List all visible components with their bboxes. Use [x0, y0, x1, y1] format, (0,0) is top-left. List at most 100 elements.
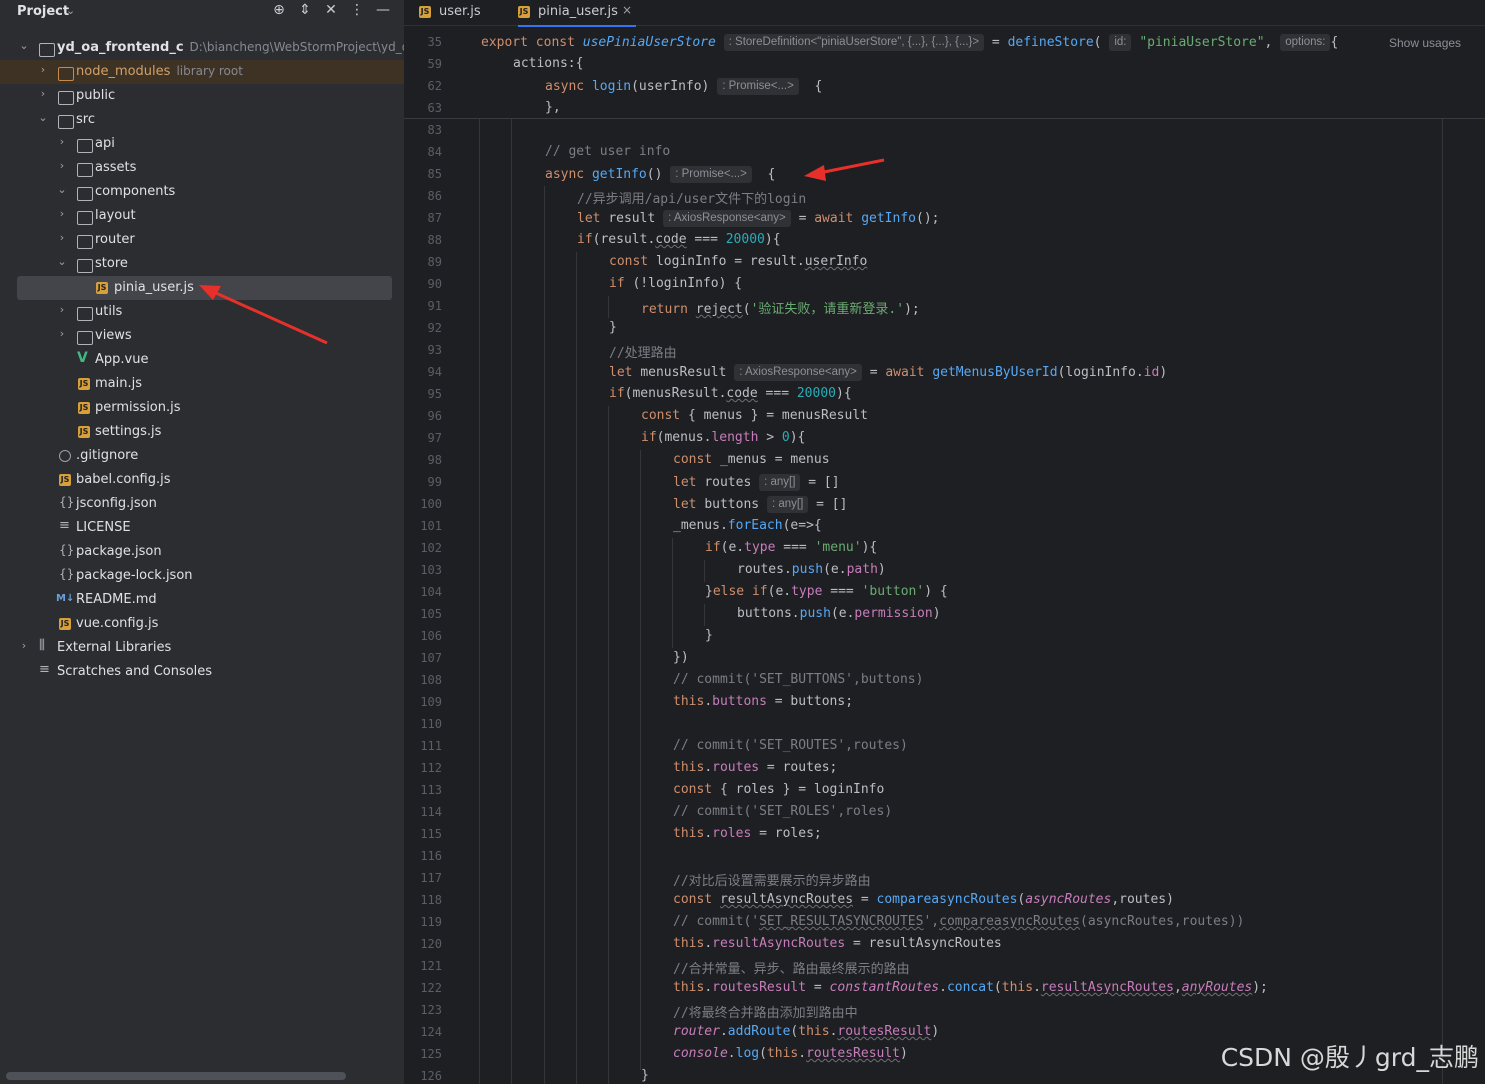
- minimize-icon[interactable]: —: [374, 2, 392, 18]
- tree-item-jsconfig-json[interactable]: {} jsconfig.json: [0, 492, 404, 516]
- code-line: 106}: [404, 625, 1485, 647]
- editor-tab-bar: JS user.js JS pinia_user.js ×: [404, 0, 1485, 27]
- type-hint: : StoreDefinition<"piniaUserStore", {...…: [723, 34, 985, 51]
- folder-icon: [58, 115, 74, 129]
- tree-item-vue-config-js[interactable]: JS vue.config.js: [0, 612, 404, 636]
- line-number: 97: [427, 431, 442, 445]
- chevron-right-icon[interactable]: ›: [56, 207, 68, 220]
- code-editor[interactable]: JS user.js JS pinia_user.js × 35 export …: [404, 0, 1485, 1084]
- tree-item-layout[interactable]: › layout: [0, 204, 404, 228]
- folder-icon: [77, 211, 93, 225]
- tree-item-label: layout: [95, 208, 136, 223]
- annotation-arrow-icon: [804, 158, 885, 181]
- javascript-file-icon: JS: [419, 6, 431, 18]
- javascript-file-icon: JS: [78, 378, 90, 390]
- tree-item-gitignore[interactable]: .gitignore: [0, 444, 404, 468]
- vue-file-icon: V: [77, 350, 88, 366]
- code-line: 112 this.routes = routes;: [404, 757, 1485, 779]
- type-hint: : any[]: [766, 496, 809, 513]
- show-usages-link[interactable]: Show usages: [1389, 36, 1461, 50]
- tree-item-main-js[interactable]: JS main.js: [0, 372, 404, 396]
- javascript-file-icon: JS: [78, 426, 90, 438]
- tree-item-label: .gitignore: [76, 448, 139, 463]
- chevron-right-icon[interactable]: ›: [37, 87, 49, 100]
- tree-item-project-root[interactable]: ⌄ yd_oa_frontend_c D:\biancheng\WebStormP…: [0, 36, 404, 60]
- markdown-file-icon: M↓: [56, 593, 75, 604]
- tree-item-readme-md[interactable]: M↓ README.md: [0, 588, 404, 612]
- chevron-right-icon[interactable]: ›: [56, 303, 68, 316]
- line-number: 116: [420, 849, 442, 863]
- tree-item-settings-js[interactable]: JS settings.js: [0, 420, 404, 444]
- line-number: 109: [420, 695, 442, 709]
- tree-item-license[interactable]: ≡ LICENSE: [0, 516, 404, 540]
- tree-item-src[interactable]: ⌄ src: [0, 108, 404, 132]
- tree-item-external-libraries[interactable]: › ⫼ External Libraries: [0, 636, 404, 660]
- chevron-right-icon[interactable]: ›: [56, 159, 68, 172]
- tree-item-package-lock-json[interactable]: {} package-lock.json: [0, 564, 404, 588]
- code-line: 102 if(e.type === 'menu'){: [404, 537, 1485, 559]
- chevron-right-icon[interactable]: ›: [18, 639, 30, 652]
- line-number: 35: [427, 35, 442, 49]
- chevron-down-icon[interactable]: ⌄: [66, 4, 75, 17]
- code-line: 96 const { menus } = menusResult: [404, 405, 1485, 427]
- watermark: CSDN @殷丿grd_志鹏: [1220, 1043, 1479, 1072]
- tree-item-label: utils: [95, 304, 123, 319]
- tree-item-babel-config-js[interactable]: JS babel.config.js: [0, 468, 404, 492]
- line-number: 86: [427, 189, 442, 203]
- chevron-right-icon[interactable]: ›: [56, 135, 68, 148]
- line-number: 119: [420, 915, 442, 929]
- code-line: 93//处理路由: [404, 339, 1485, 361]
- tree-item-app-vue[interactable]: V App.vue: [0, 348, 404, 372]
- line-number: 93: [427, 343, 442, 357]
- expand-all-icon[interactable]: ⇕: [296, 2, 314, 18]
- chevron-right-icon[interactable]: ›: [56, 327, 68, 340]
- tree-item-api[interactable]: › api: [0, 132, 404, 156]
- code-line: 121//合并常量、异步、路由最终展示的路由: [404, 955, 1485, 977]
- line-number: 115: [420, 827, 442, 841]
- tree-item-router[interactable]: › router: [0, 228, 404, 252]
- locate-icon[interactable]: ⊕: [270, 2, 288, 18]
- line-number: 114: [420, 805, 442, 819]
- json-file-icon: {}: [59, 495, 75, 509]
- options-menu-icon[interactable]: ⋮: [348, 2, 366, 18]
- code-line: 89 const loginInfo = result.userInfo: [404, 251, 1485, 273]
- tree-item-public[interactable]: › public: [0, 84, 404, 108]
- chevron-down-icon[interactable]: ⌄: [56, 183, 68, 196]
- code-line: 107}): [404, 647, 1485, 669]
- tab-user-js[interactable]: JS user.js: [419, 0, 499, 25]
- code-line: 118 const resultAsyncRoutes = compareasyn…: [404, 889, 1485, 911]
- code-line: 119// commit('SET_RESULTASYNCROUTES',com…: [404, 911, 1485, 933]
- chevron-right-icon[interactable]: ›: [37, 63, 49, 76]
- tree-item-permission-js[interactable]: JS permission.js: [0, 396, 404, 420]
- line-number: 121: [420, 959, 442, 973]
- code-line: 59 actions:{: [404, 53, 1485, 75]
- line-number: 63: [427, 101, 442, 115]
- collapse-all-icon[interactable]: ✕: [322, 2, 340, 18]
- tree-item-label: LICENSE: [76, 520, 131, 535]
- tree-item-components[interactable]: ⌄ components: [0, 180, 404, 204]
- close-icon[interactable]: ×: [622, 3, 632, 17]
- line-number: 105: [420, 607, 442, 621]
- tree-item-package-json[interactable]: {} package.json: [0, 540, 404, 564]
- tree-item-label: vue.config.js: [76, 616, 159, 631]
- line-number: 107: [420, 651, 442, 665]
- json-file-icon: {}: [59, 567, 75, 581]
- code-line: 99 let routes : any[] = []: [404, 471, 1485, 493]
- code-line: 88 if(result.code === 20000){: [404, 229, 1485, 251]
- chevron-right-icon[interactable]: ›: [56, 231, 68, 244]
- tree-item-label: jsconfig.json: [76, 496, 157, 511]
- project-panel-title[interactable]: Project: [17, 4, 69, 19]
- tree-item-store[interactable]: ⌄ store: [0, 252, 404, 276]
- tab-pinia_user-js[interactable]: JS pinia_user.js ×: [518, 0, 636, 27]
- tree-item-assets[interactable]: › assets: [0, 156, 404, 180]
- horizontal-scrollbar[interactable]: [6, 1072, 346, 1080]
- chevron-down-icon[interactable]: ⌄: [37, 111, 49, 124]
- javascript-file-icon: JS: [59, 618, 71, 630]
- tree-item-scratches[interactable]: ≡ Scratches and Consoles: [0, 660, 404, 684]
- code-line: 91 return reject('验证失败，请重新登录.');: [404, 295, 1485, 317]
- chevron-down-icon[interactable]: ⌄: [56, 255, 68, 268]
- tree-item-node_modules[interactable]: › node_modules library root: [0, 60, 404, 84]
- chevron-down-icon[interactable]: ⌄: [18, 39, 30, 52]
- javascript-file-icon: JS: [59, 474, 71, 486]
- libraries-icon: ⫼: [39, 638, 45, 653]
